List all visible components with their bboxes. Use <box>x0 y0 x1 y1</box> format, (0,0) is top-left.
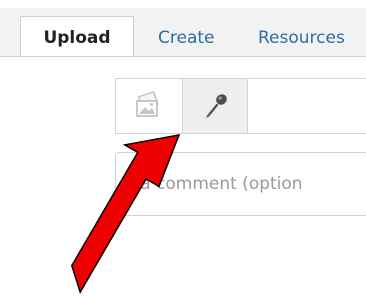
tab-bar: Upload Create Resources <box>0 8 366 57</box>
comment-field-container <box>115 152 366 216</box>
record-audio-button[interactable] <box>182 79 248 133</box>
comment-input[interactable] <box>124 153 366 215</box>
insert-image-button[interactable] <box>116 79 182 133</box>
media-toolbar <box>115 78 366 134</box>
image-icon <box>136 91 159 117</box>
microphone-icon <box>205 94 227 118</box>
tab-create[interactable]: Create <box>158 20 215 56</box>
page: Upload Create Resources <box>0 0 366 298</box>
tab-resources[interactable]: Resources <box>258 20 345 56</box>
tab-upload[interactable]: Upload <box>20 16 134 56</box>
